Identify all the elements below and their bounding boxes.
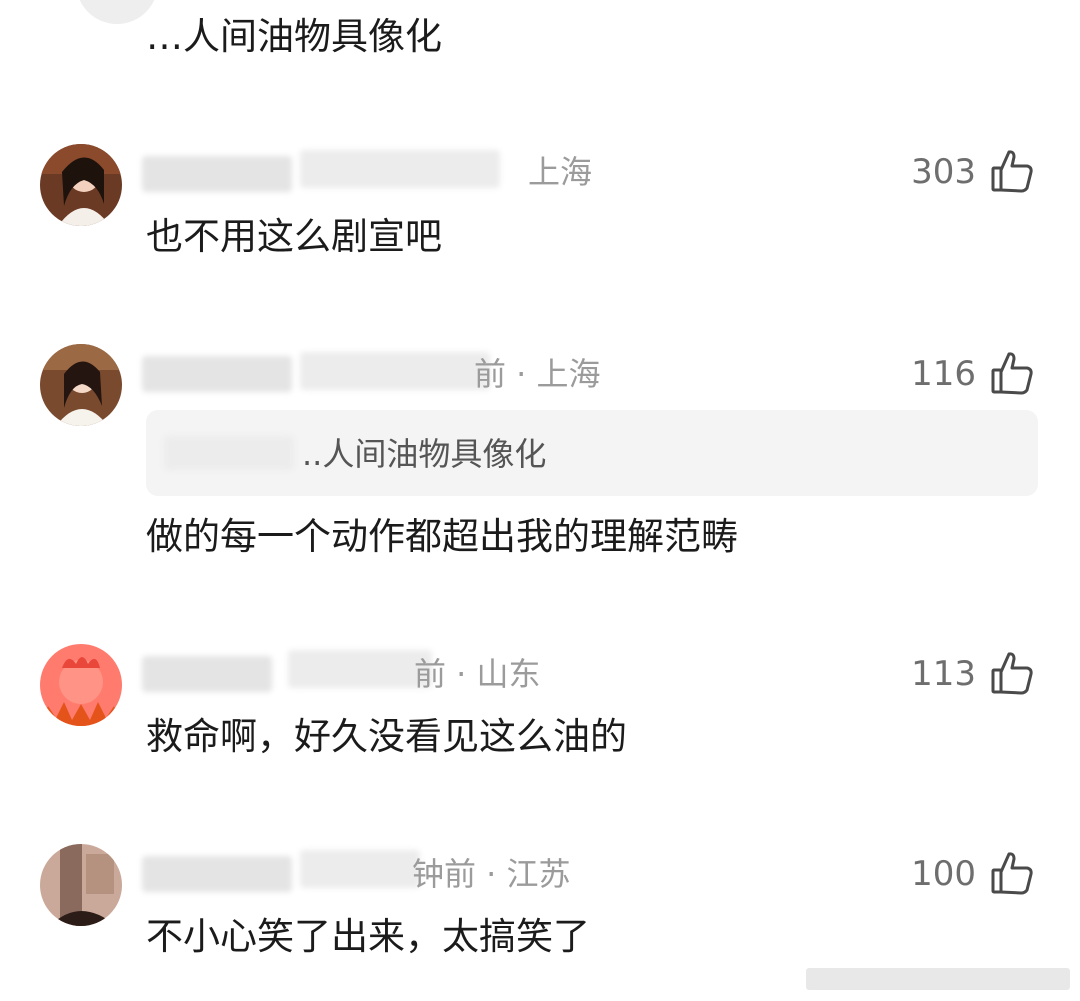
username-blurred-2 [300,352,490,390]
avatar[interactable] [40,344,122,426]
comment-meta: 前 · 山东 [414,655,541,693]
comment-text: 也不用这么剧宣吧 [146,215,442,258]
comment-meta: 前 · 上海 [474,355,601,393]
username-blurred-2 [288,650,432,688]
avatar[interactable] [40,144,122,226]
thumbs-up-icon[interactable] [990,850,1034,896]
thumbs-up-icon[interactable] [990,350,1034,396]
comment-text: 不小心笑了出来，太搞笑了 [146,915,590,958]
quoted-text: ..人间油物具像化 [302,435,547,473]
username-blurred[interactable] [142,156,292,192]
top-comment-text: …人间油物具像化 [146,15,442,58]
quoted-reply[interactable]: ..人间油物具像化 [146,410,1038,496]
username-blurred[interactable] [142,656,272,692]
like-count: 113 [911,654,976,694]
avatar[interactable] [40,844,122,926]
username-blurred[interactable] [142,356,292,392]
username-blurred[interactable] [142,856,292,892]
like-count: 116 [911,354,976,394]
watermark-bar [806,968,1070,990]
like-count: 303 [911,152,976,192]
comment-text: 救命啊，好久没看见这么油的 [146,715,627,758]
avatar[interactable] [40,644,122,726]
comment-meta: 钟前 · 江苏 [412,855,571,893]
comment-meta: 上海 [528,153,593,191]
username-blurred-2 [300,850,420,888]
quoted-username-blurred [164,436,294,470]
username-blurred-2 [300,150,500,188]
comment-text: 做的每一个动作都超出我的理解范畴 [146,515,738,558]
like-count: 100 [911,854,976,894]
thumbs-up-icon[interactable] [990,148,1034,194]
thumbs-up-icon[interactable] [990,650,1034,696]
